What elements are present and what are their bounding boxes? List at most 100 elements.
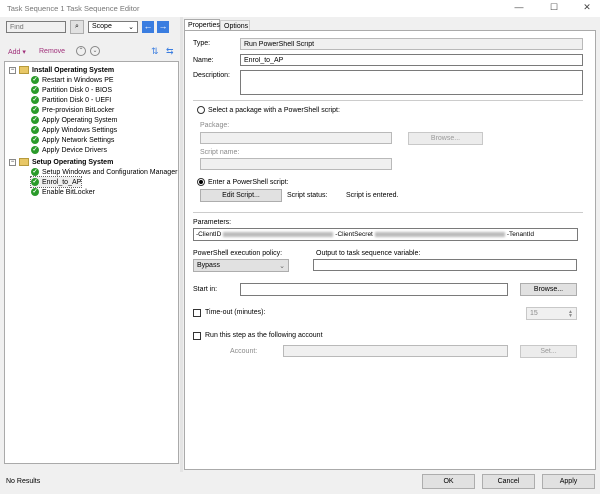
check-icon: ✓ (31, 136, 39, 144)
spin-arrows-icon[interactable]: ▲ ▼ (568, 310, 573, 319)
timeout-value: 15 (530, 310, 538, 317)
check-icon: ✓ (31, 86, 39, 94)
tree-item[interactable]: ✓ Setup Windows and Configuration Manager (31, 167, 177, 177)
tree-label: Setup Operating System (32, 158, 114, 166)
maximize-button[interactable]: ☐ (545, 2, 563, 13)
tree-label: Apply Device Drivers (42, 146, 107, 154)
check-icon: ✓ (31, 116, 39, 124)
run-as-account-checkbox[interactable] (193, 332, 201, 340)
scope-dropdown[interactable]: Scope ⌄ (88, 21, 138, 33)
close-button[interactable]: ✕ (578, 2, 596, 13)
tree-item[interactable]: ✓ Pre-provision BitLocker (31, 105, 114, 115)
name-field[interactable] (240, 54, 583, 66)
param-clientsecret: -ClientSecret (335, 231, 373, 238)
ok-button[interactable]: OK (422, 474, 475, 489)
splitter[interactable] (180, 17, 183, 472)
policy-label: PowerShell execution policy: (193, 250, 283, 257)
check-icon: ✓ (31, 168, 39, 176)
package-radio[interactable] (197, 106, 205, 114)
cancel-button[interactable]: Cancel (482, 474, 535, 489)
script-name-field (200, 158, 392, 170)
tree-item[interactable]: ✓ Apply Network Settings (31, 135, 114, 145)
script-name-label: Script name: (200, 149, 240, 156)
add-menu[interactable]: Add ▾ (8, 48, 26, 56)
tree-label: Restart in Windows PE (42, 76, 114, 84)
start-in-field[interactable] (240, 283, 508, 296)
start-in-browse-button[interactable]: Browse... (520, 283, 577, 296)
type-label: Type: (193, 40, 211, 47)
output-variable-field[interactable] (313, 259, 577, 271)
tree-label: Enable BitLocker (42, 188, 95, 196)
timeout-checkbox[interactable] (193, 309, 201, 317)
back-arrow-icon[interactable]: ← (142, 21, 154, 33)
tree-item[interactable]: ✓ Enable BitLocker (31, 187, 95, 197)
tree-item[interactable]: ✓ Restart in Windows PE (31, 75, 114, 85)
description-field[interactable] (240, 70, 583, 95)
remove-button[interactable]: Remove (39, 48, 65, 55)
tree-label: Enrol_to_AP (42, 178, 82, 186)
parameters-field[interactable]: -ClientID -ClientSecret -TenantId (193, 228, 578, 241)
chevron-down-icon: ⌄ (128, 24, 134, 31)
tree-label: Apply Windows Settings (42, 126, 118, 134)
description-label: Description: (193, 72, 230, 79)
tree-item-selected[interactable]: ✓ Enrol_to_AP (29, 176, 83, 188)
tree-item[interactable]: ✓ Apply Operating System (31, 115, 117, 125)
tree-group[interactable]: − Setup Operating System (9, 157, 113, 167)
tree-label: Apply Operating System (42, 116, 118, 124)
check-icon: ✓ (31, 106, 39, 114)
search-button[interactable]: ⌕ (70, 20, 84, 34)
edit-script-button[interactable]: Edit Script... (200, 189, 282, 202)
check-icon: ✓ (31, 146, 39, 154)
tree-item[interactable]: ✓ Partition Disk 0 - BIOS (31, 85, 112, 95)
package-browse-button[interactable]: Browse... (408, 132, 483, 145)
set-account-button[interactable]: Set... (520, 345, 577, 358)
collapse-icon[interactable]: − (9, 66, 16, 74)
output-variable-label: Output to task sequence variable: (316, 250, 421, 257)
param-clientid: -ClientID (196, 231, 222, 238)
tree-item[interactable]: ✓ Apply Device Drivers (31, 145, 107, 155)
param-tenantid: -TenantId (506, 231, 534, 238)
script-status-label: Script status: (287, 192, 328, 199)
timeout-spinner[interactable]: 15 ▲ ▼ (526, 307, 577, 320)
chevron-down-icon: ⌄ (279, 263, 285, 270)
check-icon: ✓ (31, 126, 39, 134)
collapse-icon[interactable]: − (9, 158, 16, 166)
find-input[interactable] (6, 21, 66, 33)
type-field (240, 38, 583, 50)
move-down-icon[interactable]: ⌄ (90, 46, 100, 56)
task-sequence-tree[interactable]: − Install Operating System ✓ Restart in Wi… (4, 61, 179, 464)
tree-item[interactable]: ✓ Partition Disk 0 - UEFI (31, 95, 111, 105)
move-up-icon[interactable]: ⌃ (76, 46, 86, 56)
package-radio-label: Select a package with a PowerShell scrip… (208, 107, 340, 114)
collapse-all-icon[interactable]: ⇆ (166, 46, 174, 57)
account-label: Account: (230, 348, 258, 355)
apply-button[interactable]: Apply (542, 474, 595, 489)
divider (193, 100, 583, 101)
check-icon: ✓ (31, 178, 39, 186)
timeout-label: Time-out (minutes): (205, 309, 266, 316)
tree-label: Apply Network Settings (42, 136, 115, 144)
folder-icon (19, 66, 29, 74)
policy-value: Bypass (197, 262, 220, 269)
start-in-label: Start in: (193, 286, 218, 293)
check-icon: ✓ (31, 76, 39, 84)
parameters-label: Parameters: (193, 219, 232, 226)
search-icon: ⌕ (75, 23, 79, 30)
divider (193, 212, 583, 213)
package-field (200, 132, 392, 144)
tree-item[interactable]: ✓ Apply Windows Settings (31, 125, 117, 135)
tree-label: Install Operating System (32, 66, 115, 74)
script-status-value: Script is entered. (346, 192, 399, 199)
forward-arrow-icon[interactable]: → (157, 21, 169, 33)
add-label: Add (8, 49, 21, 56)
minimize-button[interactable]: — (510, 2, 528, 12)
enter-script-radio[interactable] (197, 178, 205, 186)
package-label: Package: (200, 122, 230, 129)
check-icon: ✓ (31, 188, 39, 196)
expand-all-icon[interactable]: ⇅ (151, 46, 159, 57)
policy-dropdown[interactable]: Bypass ⌄ (193, 259, 289, 272)
tree-group[interactable]: − Install Operating System (9, 65, 114, 75)
window-title: Task Sequence 1 Task Sequence Editor (7, 4, 140, 13)
tree-label: Partition Disk 0 - BIOS (42, 86, 113, 94)
status-text: No Results (6, 478, 41, 485)
